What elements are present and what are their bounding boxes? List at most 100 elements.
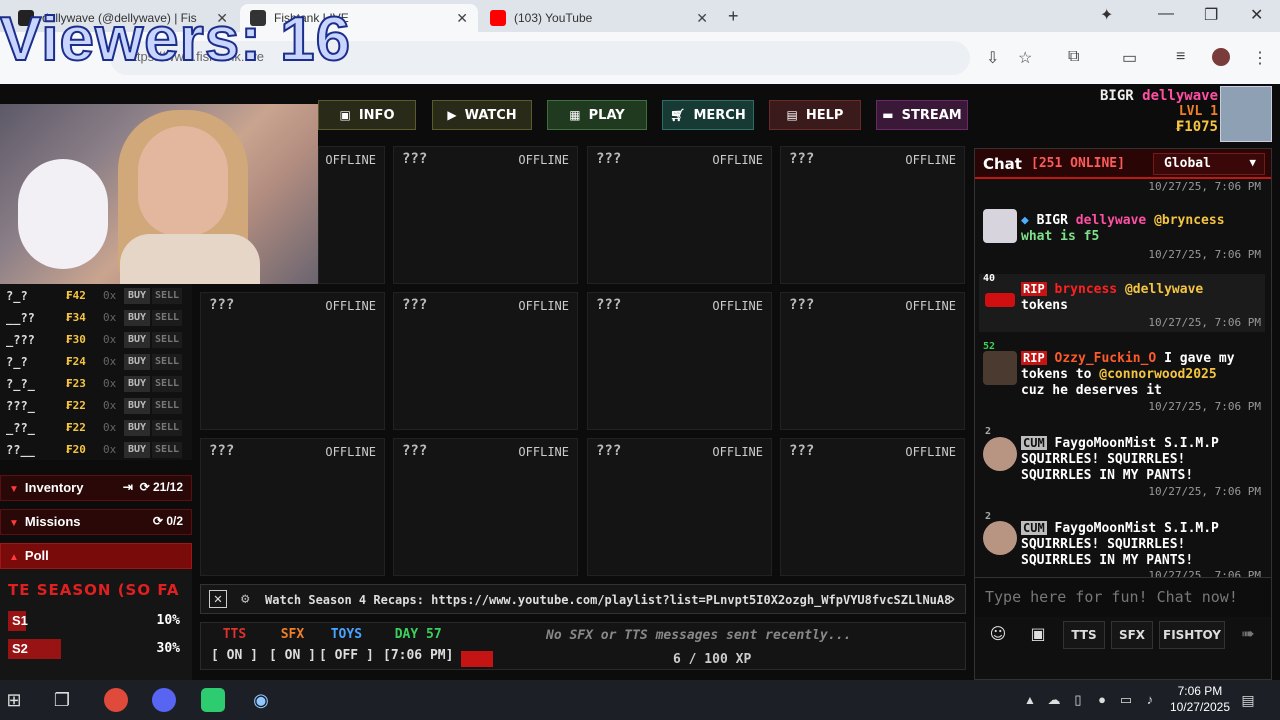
send-arrow-icon[interactable]: ➠ [1233,621,1263,649]
sfx-toggle[interactable]: SFX [ ON ] [269,627,316,663]
fishtoy-button[interactable]: FISHTOY [1159,621,1225,649]
poll-option-s1[interactable]: S1 10% [8,611,184,631]
sell-button[interactable]: SELL [152,332,182,348]
camera-tile[interactable]: ??? OFFLINE [587,292,772,430]
camera-tile[interactable]: ??? OFFLINE [393,438,578,576]
buy-button[interactable]: BUY [124,354,150,370]
app-icon[interactable] [201,688,225,712]
buy-button[interactable]: BUY [124,398,150,414]
sell-button[interactable]: SELL [152,376,182,392]
chat-user-avatar[interactable] [983,351,1017,385]
chat-user-avatar[interactable] [983,209,1017,243]
task-view-icon[interactable]: ❐ [50,688,74,712]
notifications-icon[interactable]: ▤ [1236,688,1260,712]
chevron-right-icon[interactable]: › [947,589,957,608]
sfx-button[interactable]: SFX [1111,621,1153,649]
close-icon[interactable]: ✕ [209,590,227,608]
refresh-icon[interactable]: ⟳ [153,514,163,528]
chat-user-avatar[interactable] [983,437,1017,471]
merch-button[interactable]: 🛒︎ MERCH [662,100,754,130]
chat-user-avatar[interactable] [983,521,1017,555]
sell-button[interactable]: SELL [152,442,182,458]
play-button[interactable]: ▦ PLAY [547,100,647,130]
taskbar-clock[interactable]: 7:06 PM 10/27/2025 [1170,683,1230,715]
close-window-icon[interactable]: ✕ [1250,5,1263,25]
steam-icon[interactable]: ◉ [249,688,273,712]
chat-mention[interactable]: @dellywave [1125,282,1203,297]
camera-tile[interactable]: ??? OFFLINE [780,292,965,430]
camera-tile[interactable]: ??? OFFLINE [780,146,965,284]
chat-mention[interactable]: @bryncess [1154,213,1224,228]
sell-button[interactable]: SELL [152,288,182,304]
chat-username[interactable]: FaygoMoonMist [1055,521,1157,536]
inventory-section[interactable]: ▼ Inventory ⇥ ⟳ 21/12 [0,475,192,501]
camera-tile[interactable]: ??? OFFLINE [393,292,578,430]
controller-icon[interactable]: ▣ [1023,621,1053,649]
cloud-icon[interactable]: ☁ [1042,688,1066,712]
chat-username[interactable]: Ozzy_Fuckin_O [1055,351,1157,366]
exit-icon[interactable]: ⇥ [123,480,133,494]
refresh-icon[interactable]: ⟳ [140,480,150,494]
watch-button[interactable]: ▶ WATCH [432,100,532,130]
tts-button[interactable]: TTS [1063,621,1105,649]
extensions-icon[interactable]: ⧉ [1068,48,1079,66]
chat-channel-select[interactable]: Global ▼ [1153,153,1265,175]
buy-button[interactable]: BUY [124,420,150,436]
sidebar-icon[interactable]: ▭ [1122,48,1137,68]
chevron-up-icon[interactable]: ▲ [1018,688,1042,712]
camera-tile[interactable]: ??? OFFLINE [587,146,772,284]
browser-tab-youtube[interactable]: (103) YouTube ✕ [480,4,718,32]
announcement-text[interactable]: Watch Season 4 Recaps: https://www.youtu… [265,593,951,607]
volume-icon[interactable]: ♪ [1138,688,1162,712]
chat-username[interactable]: FaygoMoonMist [1055,436,1157,451]
media-icon[interactable]: ≡ [1176,48,1185,66]
microphone-icon[interactable]: ● [1090,688,1114,712]
buy-button[interactable]: BUY [124,310,150,326]
poll-option-s2[interactable]: S2 30% [8,639,184,659]
network-icon[interactable]: ▭ [1114,688,1138,712]
new-tab-icon[interactable]: + [728,6,739,27]
user-avatar[interactable] [1220,86,1272,142]
missions-section[interactable]: ▼ Missions ⟳ 0/2 [0,509,192,535]
close-tab-icon[interactable]: ✕ [456,10,468,27]
chat-user-avatar[interactable] [983,285,1017,319]
camera-tile[interactable]: ??? OFFLINE [587,438,772,576]
camera-tile[interactable]: ??? OFFLINE [780,438,965,576]
camera-tile[interactable]: ??? OFFLINE [200,438,385,576]
help-button[interactable]: ▤ HELP [769,100,861,130]
discord-icon[interactable] [152,688,176,712]
sell-button[interactable]: SELL [152,310,182,326]
toys-toggle[interactable]: TOYS [ OFF ] [319,627,374,663]
bookmark-star-icon[interactable]: ☆ [1018,48,1032,68]
stream-button[interactable]: ▬ STREAM [876,100,968,130]
sell-button[interactable]: SELL [152,420,182,436]
tts-toggle[interactable]: TTS [ ON ] [211,627,258,663]
gear-icon[interactable]: ⚙ [241,591,249,607]
chat-mention[interactable]: @connorwood2025 [1099,367,1216,382]
info-button[interactable]: ▣ INFO [318,100,416,130]
profile-avatar[interactable] [1212,48,1230,66]
poll-section[interactable]: ▲ Poll [0,543,192,569]
sell-button[interactable]: SELL [152,354,182,370]
menu-dots-icon[interactable]: ⋮ [1252,48,1268,68]
user-badge[interactable]: BIGR dellywave LVL 1 ₣1075 [1100,88,1218,135]
camera-tile[interactable]: ??? OFFLINE [200,292,385,430]
buy-button[interactable]: BUY [124,376,150,392]
install-icon[interactable]: ⇩ [986,48,999,68]
chat-username[interactable]: dellywave [1076,213,1146,228]
chat-input[interactable]: Type here for fun! Chat now! [975,577,1271,617]
buy-button[interactable]: BUY [124,332,150,348]
battery-icon[interactable]: ▯ [1066,688,1090,712]
buy-button[interactable]: BUY [124,288,150,304]
emoji-icon[interactable]: ☺ [983,621,1013,649]
minimize-icon[interactable]: — [1158,5,1174,23]
camera-tile[interactable]: ??? OFFLINE [393,146,578,284]
buy-button[interactable]: BUY [124,442,150,458]
windows-start-icon[interactable]: ⊞ [2,688,26,712]
sell-button[interactable]: SELL [152,398,182,414]
camera-tile[interactable]: OFFLINE [318,146,385,284]
chat-username[interactable]: bryncess [1055,282,1118,297]
restore-icon[interactable]: ❐ [1204,5,1218,25]
sparkle-icon[interactable]: ✦ [1100,5,1113,25]
chrome-icon[interactable] [104,688,128,712]
